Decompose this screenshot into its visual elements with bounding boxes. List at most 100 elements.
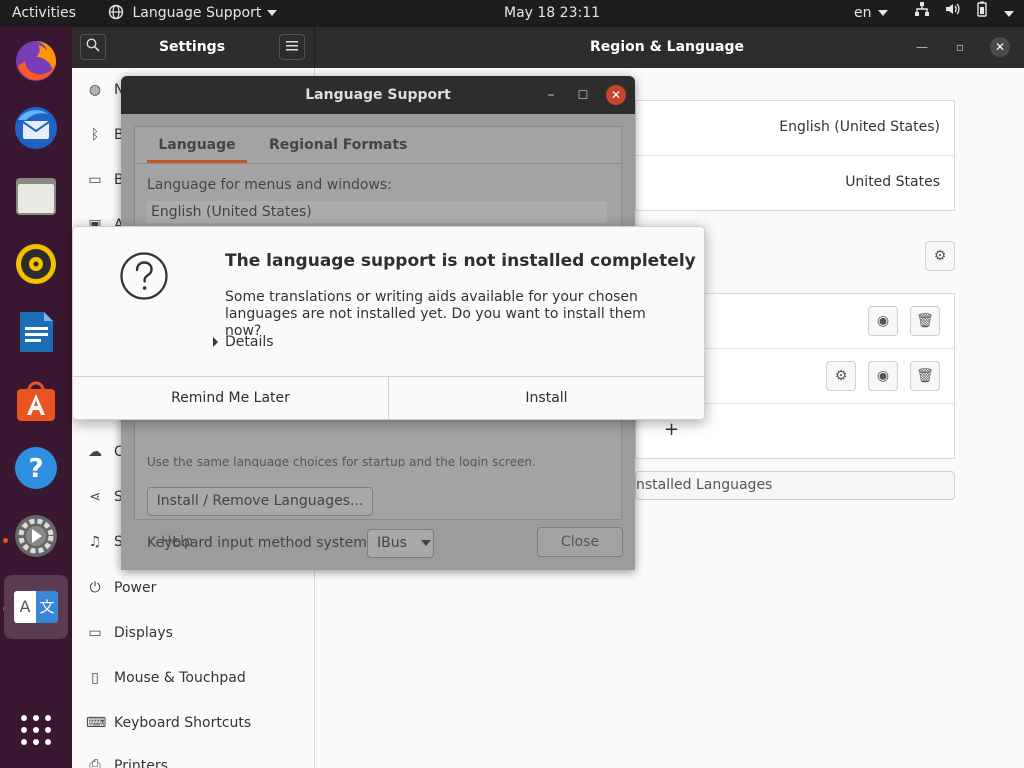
minimize-icon: —	[916, 40, 928, 54]
dock-language-support[interactable]: A文	[4, 575, 68, 639]
eye-icon: ◉	[876, 313, 890, 329]
search-icon	[86, 38, 100, 56]
settings-button[interactable]: ⚙	[826, 361, 856, 391]
keyboard-icon: ⌨	[86, 715, 107, 731]
restore-icon: ▫	[955, 40, 965, 54]
dock-software[interactable]	[10, 376, 62, 428]
system-tray[interactable]	[914, 0, 1014, 27]
dock-rhythmbox[interactable]	[10, 240, 62, 292]
gear-icon: ⚙	[834, 368, 848, 384]
display-icon: ▭	[88, 625, 102, 641]
remind-me-later-button[interactable]: Remind Me Later	[73, 377, 389, 420]
language-support-alert: The language support is not installed co…	[72, 226, 705, 420]
close-button[interactable]: ✕	[990, 37, 1010, 57]
minimize-button[interactable]: –	[541, 85, 561, 105]
language-glyph-a: A	[14, 591, 36, 623]
minimize-icon: –	[547, 87, 555, 103]
trash-icon: 🗑	[916, 368, 934, 384]
app-menu-label: Language Support	[132, 5, 262, 21]
remove-button[interactable]: 🗑	[910, 361, 940, 391]
chevron-down-icon	[1004, 10, 1014, 17]
dock-thunderbird[interactable]	[10, 104, 62, 156]
dock: ? A文	[0, 27, 72, 768]
sidebar-item-label: Printers	[114, 758, 168, 768]
trash-icon: 🗑	[916, 313, 934, 329]
software-icon	[12, 376, 60, 428]
dock-help[interactable]: ?	[10, 444, 62, 496]
input-source-label: en	[854, 5, 872, 21]
files-icon	[12, 172, 60, 224]
close-button[interactable]: ✕	[606, 85, 626, 105]
volume-icon	[944, 0, 960, 27]
mouse-icon: ▯	[91, 670, 99, 686]
sidebar-item-power[interactable]: ⏻ Power	[72, 566, 314, 610]
minimize-button[interactable]: —	[912, 37, 932, 57]
chevron-down-icon	[877, 10, 888, 16]
chevron-down-icon	[421, 540, 432, 546]
show-applications-button[interactable]	[10, 706, 62, 758]
tab-divider	[135, 163, 621, 164]
thunderbird-icon	[12, 104, 60, 156]
settings-icon	[12, 512, 60, 564]
keyboard-input-select[interactable]: IBus	[367, 529, 434, 558]
printer-icon: ⎙	[89, 757, 101, 768]
sidebar-item-keyboard[interactable]: ⌨ Keyboard Shortcuts	[72, 701, 314, 745]
language-row[interactable]: English (United States)	[636, 101, 954, 156]
search-button[interactable]	[80, 34, 106, 60]
input-source-indicator[interactable]: en	[854, 0, 888, 27]
language-list-item[interactable]: English (United States)	[147, 201, 607, 223]
expander-triangle-icon	[213, 337, 218, 347]
help-button[interactable]: Help	[161, 534, 193, 550]
preview-button[interactable]: ◉	[868, 361, 898, 391]
install-remove-languages-button[interactable]: Install / Remove Languages...	[147, 487, 373, 516]
sidebar-item-label: Displays	[114, 625, 173, 641]
add-icon: +	[664, 419, 680, 440]
sidebar-item-mouse[interactable]: ▯ Mouse & Touchpad	[72, 656, 314, 700]
dock-writer[interactable]	[10, 308, 62, 360]
sidebar-item-label: Power	[114, 580, 157, 596]
language-formats-list: English (United States) United States	[635, 100, 955, 211]
install-button[interactable]: Install	[389, 377, 704, 420]
firefox-icon	[12, 36, 60, 88]
preview-button[interactable]: ◉	[868, 306, 898, 336]
input-sources-options-button[interactable]: ⚙	[925, 241, 955, 271]
dock-settings[interactable]	[10, 512, 62, 564]
maximize-button[interactable]: ☐	[573, 85, 593, 105]
details-label: Details	[225, 334, 274, 350]
language-support-icon: A文	[14, 591, 58, 623]
close-dialog-button[interactable]: Close	[537, 527, 623, 557]
maximize-button[interactable]: ▫	[950, 37, 970, 57]
remove-button[interactable]: 🗑	[910, 306, 940, 336]
tab-regional-formats[interactable]: Regional Formats	[269, 127, 407, 163]
language-support-header: Language Support – ☐ ✕	[121, 76, 635, 114]
formats-row[interactable]: United States	[636, 156, 954, 211]
close-icon: ✕	[610, 88, 622, 102]
same-language-note: Use the same language choices for startu…	[147, 455, 536, 467]
dialog-title: The language support is not installed co…	[225, 251, 696, 271]
tab-language[interactable]: Language	[147, 127, 247, 163]
language-value: English (United States)	[779, 119, 940, 135]
details-expander[interactable]: Details	[213, 334, 274, 350]
sidebar-item-displays[interactable]: ▭ Displays	[72, 611, 314, 655]
activities-button[interactable]: Activities	[12, 0, 76, 27]
app-menu[interactable]: Language Support	[108, 0, 278, 27]
dock-files[interactable]	[10, 172, 62, 224]
dialog-message: Some translations or writing aids availa…	[225, 289, 646, 339]
page-title: Region & Language	[590, 39, 744, 55]
sidebar-header: Settings	[72, 27, 315, 68]
clock[interactable]: May 18 23:11	[504, 0, 600, 27]
battery-icon	[974, 0, 990, 27]
chevron-down-icon	[267, 10, 278, 16]
power-icon: ⏻	[89, 580, 101, 596]
manage-installed-languages-button[interactable]: nstalled Languages	[635, 471, 955, 500]
gear-icon: ⚙	[933, 248, 947, 264]
globe-icon	[108, 4, 132, 21]
hamburger-menu-button[interactable]	[279, 34, 305, 60]
dock-firefox[interactable]	[10, 36, 62, 88]
share-icon: ⋖	[89, 489, 101, 505]
dialog-button-row: Remind Me Later Install	[73, 376, 704, 420]
rhythmbox-icon	[12, 240, 60, 292]
eye-icon: ◉	[876, 368, 890, 384]
network-icon: ◍	[88, 82, 102, 98]
sidebar-item-printers[interactable]: ⎙ Printers	[72, 746, 314, 768]
